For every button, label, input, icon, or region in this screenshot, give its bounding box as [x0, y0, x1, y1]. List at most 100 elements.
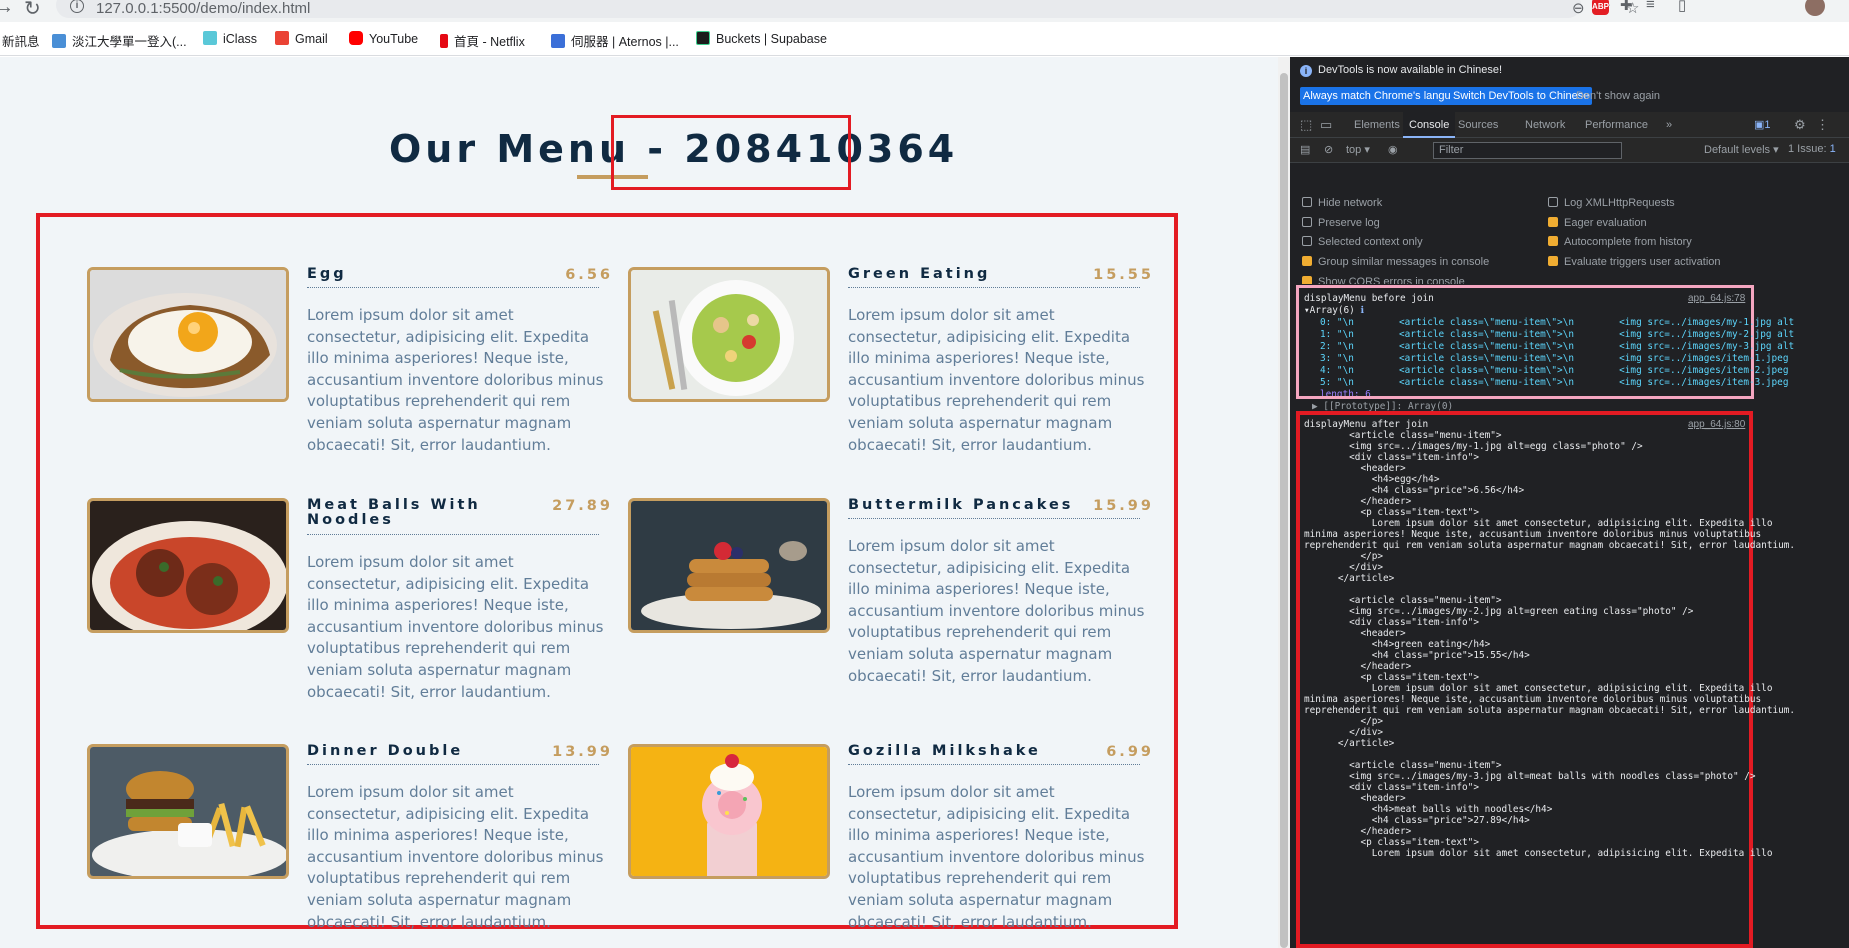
- clear-console-icon[interactable]: ⊘: [1324, 143, 1333, 156]
- page-viewport: Our Menu - 208410364 Egg 6.56 Lorem ipsu…: [0, 57, 1278, 948]
- item-price: 6.99: [1106, 744, 1154, 760]
- bookmark-item[interactable]: 首頁 - Netflix: [440, 31, 525, 50]
- notice-text: DevTools is now available in Chinese!: [1318, 64, 1503, 76]
- array-row: 1: "\n <article class=\"menu-item\">\n <…: [1320, 329, 1795, 340]
- divider: [307, 764, 599, 765]
- reload-icon[interactable]: ↻: [24, 0, 41, 21]
- aternos-icon: [551, 34, 565, 48]
- netflix-icon: [440, 34, 448, 48]
- checkbox-icon: [1548, 236, 1558, 246]
- tab-elements[interactable]: Elements: [1348, 112, 1406, 138]
- item-price: 15.99: [1093, 498, 1154, 514]
- item-text: Lorem ipsum dolor sit amet consectetur, …: [848, 306, 1145, 454]
- bookmark-item[interactable]: Buckets | Supabase: [696, 31, 827, 46]
- settings-gear-icon[interactable]: ⚙: [1788, 112, 1812, 138]
- checkbox-icon: [1302, 236, 1312, 246]
- context-select[interactable]: top ▾: [1346, 143, 1370, 156]
- bookmark-item[interactable]: 新訊息: [2, 31, 40, 50]
- tku-icon: [52, 34, 66, 48]
- sidebar-toggle-icon[interactable]: ▤: [1300, 143, 1310, 156]
- checkbox-icon: [1548, 217, 1558, 227]
- device-icon[interactable]: ▭: [1314, 112, 1338, 138]
- divider: [307, 534, 599, 535]
- milkshake-photo: [628, 744, 830, 879]
- tab-console[interactable]: Console: [1403, 112, 1456, 138]
- bookmarks-bar: 新訊息 淡江大學單一登入(... iClass Gmail YouTube 首頁…: [0, 22, 1849, 56]
- more-tabs-icon[interactable]: »: [1660, 112, 1678, 138]
- burger-photo: [87, 744, 289, 879]
- extensions-icon[interactable]: ✚: [1620, 0, 1633, 14]
- address-bar[interactable]: i 127.0.0.1:5500/demo/index.html ⊖ ⇪ ☆: [56, 0, 1639, 18]
- site-info-icon[interactable]: i: [70, 0, 84, 13]
- array-row: 2: "\n <article class=\"menu-item\">\n <…: [1320, 341, 1795, 352]
- console-toolbar: ▤ ⊘ top ▾ ◉ Filter Default levels ▾ 1 Is…: [1290, 138, 1849, 163]
- levels-select[interactable]: Default levels ▾: [1704, 143, 1779, 156]
- divider: [307, 287, 599, 288]
- devtools-panel: i DevTools is now available in Chinese! …: [1290, 57, 1849, 948]
- divider: [848, 287, 1140, 288]
- checkbox-icon: [1548, 197, 1558, 207]
- item-price: 6.56: [565, 267, 613, 283]
- array-row: 4: "\n <article class=\"menu-item\">\n <…: [1320, 365, 1789, 376]
- bookmark-item[interactable]: YouTube: [349, 31, 418, 46]
- item-name: Green Eating: [848, 266, 991, 282]
- bookmark-item[interactable]: 淡江大學單一登入(...: [52, 31, 187, 50]
- url-text[interactable]: 127.0.0.1:5500/demo/index.html: [96, 0, 310, 17]
- eye-icon[interactable]: ◉: [1388, 143, 1398, 156]
- supabase-icon: [696, 31, 710, 45]
- autocomplete-history-checkbox[interactable]: Autocomplete from history: [1548, 236, 1692, 248]
- selected-context-checkbox[interactable]: Selected context only: [1302, 236, 1423, 248]
- item-name: Dinner Double: [307, 743, 464, 759]
- divider: [848, 518, 1140, 519]
- scrollbar-thumb[interactable]: [1280, 73, 1288, 948]
- item-name: Gozilla Milkshake: [848, 743, 1041, 759]
- issues-button[interactable]: 1 Issue: 1: [1788, 143, 1836, 155]
- more-menu-icon[interactable]: ⋮: [1810, 112, 1835, 138]
- log-source-link[interactable]: app_64.js:80: [1688, 419, 1745, 430]
- meatballs-photo: [87, 498, 289, 633]
- evaluate-triggers-checkbox[interactable]: Evaluate triggers user activation: [1548, 256, 1721, 268]
- item-text: Lorem ipsum dolor sit amet consectetur, …: [848, 537, 1145, 685]
- console-output: displayMenu before join app_64.js:78 ▾Ar…: [1290, 283, 1849, 948]
- tab-sources[interactable]: Sources: [1452, 112, 1504, 138]
- item-price: 13.99: [552, 744, 613, 760]
- dont-show-button[interactable]: Don't show again: [1573, 87, 1663, 105]
- item-text: Lorem ipsum dolor sit amet consectetur, …: [307, 783, 604, 931]
- adblock-icon[interactable]: ABP: [1592, 0, 1609, 15]
- match-language-button[interactable]: Always match Chrome's language: [1300, 87, 1472, 105]
- log-source-link[interactable]: app_64.js:78: [1688, 293, 1745, 304]
- log-body: <article class="menu-item"> <img src=../…: [1304, 430, 1796, 859]
- forward-icon[interactable]: →: [0, 0, 14, 19]
- iclass-icon: [203, 31, 217, 45]
- tab-network[interactable]: Network: [1519, 112, 1571, 138]
- checkbox-icon: [1302, 256, 1312, 266]
- bookmark-item[interactable]: iClass: [203, 31, 257, 46]
- gmail-icon: [275, 31, 289, 45]
- hide-network-checkbox[interactable]: Hide network: [1302, 197, 1382, 209]
- devtools-tabs: ⬚ ▭ Elements Console Sources Network Per…: [1290, 112, 1849, 138]
- item-name: Egg: [307, 266, 347, 282]
- eager-evaluation-checkbox[interactable]: Eager evaluation: [1548, 217, 1647, 229]
- page-scrollbar[interactable]: [1278, 57, 1290, 948]
- log-label: displayMenu before join: [1304, 293, 1434, 304]
- switch-chinese-button[interactable]: Switch DevTools to Chinese: [1450, 87, 1593, 105]
- filter-input[interactable]: Filter: [1433, 142, 1622, 159]
- item-text: Lorem ipsum dolor sit amet consectetur, …: [848, 783, 1145, 931]
- array-row: 0: "\n <article class=\"menu-item\">\n <…: [1320, 317, 1795, 328]
- item-text: Lorem ipsum dolor sit amet consectetur, …: [307, 306, 604, 454]
- group-similar-checkbox[interactable]: Group similar messages in console: [1302, 256, 1489, 268]
- zoom-icon[interactable]: ⊖: [1572, 0, 1585, 17]
- console-settings: Hide network Log XMLHttpRequests Preserv…: [1290, 163, 1849, 284]
- log-xhr-checkbox[interactable]: Log XMLHttpRequests: [1548, 197, 1675, 209]
- item-price: 27.89: [552, 498, 613, 514]
- preserve-log-checkbox[interactable]: Preserve log: [1302, 217, 1380, 229]
- reading-list-icon[interactable]: ≡: [1646, 0, 1655, 13]
- array-toggle[interactable]: ▾Array(6) ℹ: [1304, 305, 1364, 316]
- tab-performance[interactable]: Performance: [1579, 112, 1654, 138]
- checkbox-icon: [1302, 197, 1312, 207]
- avatar[interactable]: [1805, 0, 1825, 16]
- side-panel-icon[interactable]: ▯: [1678, 0, 1686, 14]
- bookmark-item[interactable]: Gmail: [275, 31, 328, 46]
- messages-badge[interactable]: ▣1: [1748, 112, 1777, 138]
- bookmark-item[interactable]: 伺服器 | Aternos |...: [551, 31, 679, 50]
